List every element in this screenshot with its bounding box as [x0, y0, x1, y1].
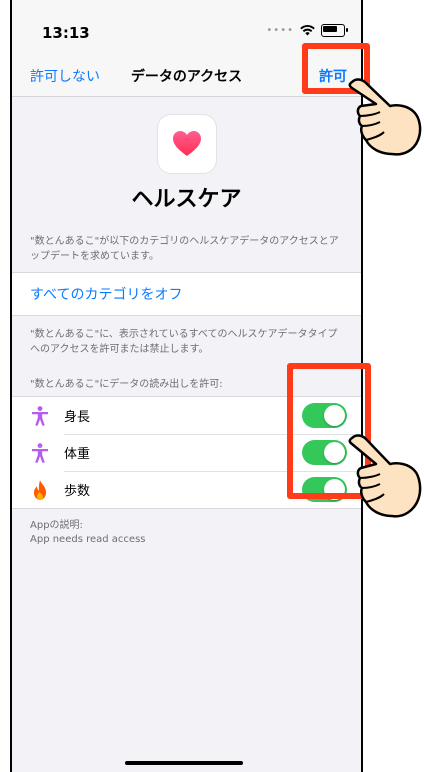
- app-description-text: App needs read access: [30, 534, 146, 545]
- figure-icon: [28, 405, 52, 426]
- app-description: Appの説明: App needs read access: [12, 519, 361, 547]
- row-label-height: 身長: [64, 410, 91, 425]
- status-icons: ••••: [266, 24, 348, 37]
- health-title: ヘルスケア: [131, 187, 242, 212]
- row-label-weight: 体重: [64, 447, 91, 462]
- app-description-label: Appの説明:: [30, 520, 83, 531]
- all-off-card: すべてのカテゴリをオフ: [12, 272, 361, 316]
- status-time: 13:13: [42, 24, 90, 42]
- home-indicator[interactable]: [125, 761, 243, 765]
- heart-icon: [172, 131, 201, 156]
- pointing-hand-icon: [348, 434, 422, 518]
- signal-icon: ••••: [266, 25, 294, 36]
- figure-icon: [28, 442, 52, 463]
- turn-all-off-button[interactable]: すべてのカテゴリをオフ: [12, 273, 361, 315]
- access-description: "数とんあるこ"が以下のカテゴリのヘルスケアデータのアクセスとアップデートを求め…: [30, 236, 339, 262]
- flame-icon: [28, 479, 52, 500]
- health-hero: ヘルスケア: [12, 97, 361, 213]
- wifi-icon: [300, 25, 315, 36]
- battery-icon: [321, 24, 348, 37]
- row-label-steps: 歩数: [64, 484, 91, 499]
- health-app-icon: [157, 115, 216, 173]
- pointing-hand-icon: [348, 78, 422, 156]
- permission-note: "数とんあるこ"に、表示されているすべてのヘルスケアデータタイプへのアクセスを許…: [30, 329, 338, 355]
